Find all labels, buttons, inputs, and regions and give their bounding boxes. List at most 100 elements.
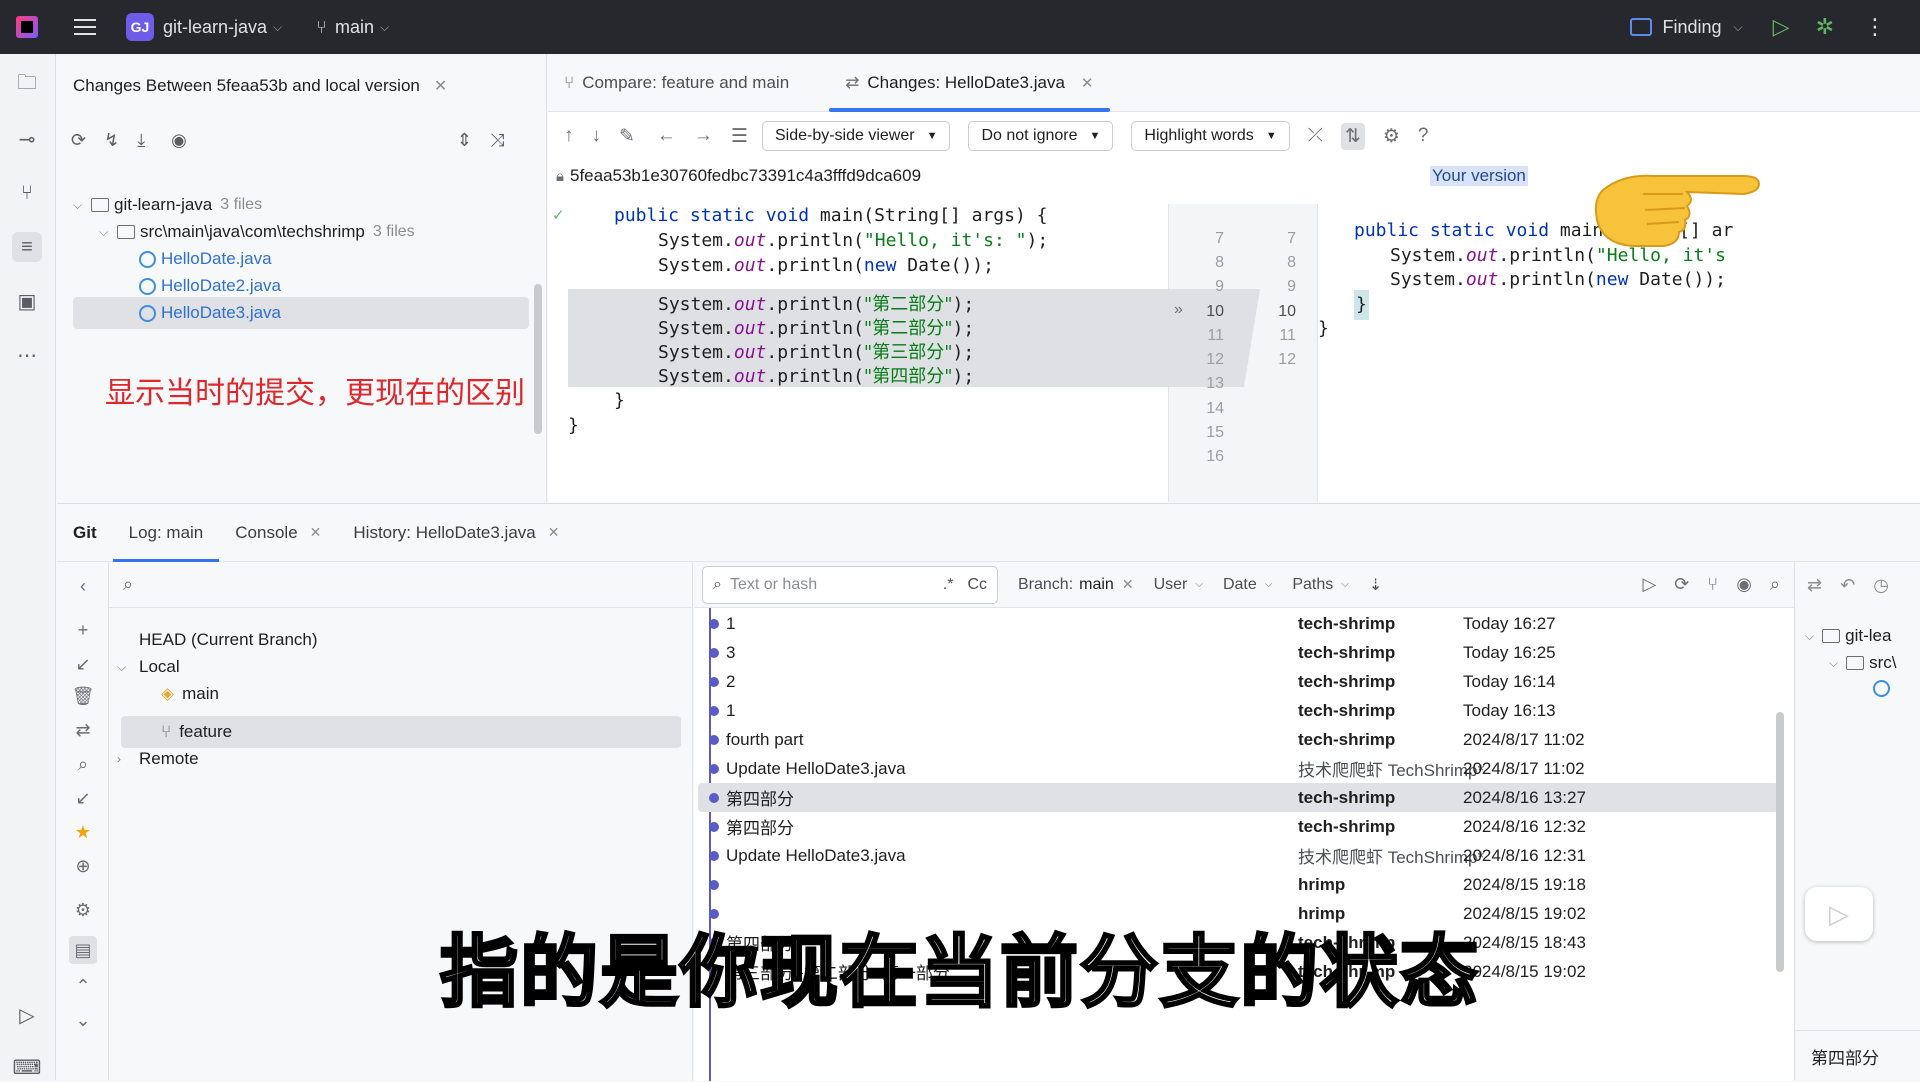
close-icon[interactable]: ✕: [434, 76, 447, 96]
tab-compare[interactable]: ⑂ Compare: feature and main: [548, 54, 805, 112]
eye-icon[interactable]: ◉: [1736, 574, 1752, 595]
tab-log-main[interactable]: Log: main: [112, 504, 220, 562]
scrollbar[interactable]: [534, 284, 542, 434]
more-actions-icon[interactable]: ⋮: [1864, 14, 1886, 40]
tree-file[interactable]: HelloDate.java: [139, 244, 272, 274]
chevron-right-icon[interactable]: ›: [117, 752, 139, 766]
download-icon[interactable]: ⤓: [137, 130, 145, 151]
details-folder[interactable]: ⌵ src\: [1829, 653, 1897, 673]
branch-group-remote[interactable]: › Remote: [117, 744, 199, 774]
back-icon[interactable]: ←: [657, 125, 676, 147]
graph-options-icon[interactable]: ⑂: [1707, 574, 1718, 595]
update-icon[interactable]: ↙: [69, 650, 97, 678]
cherry-pick-icon[interactable]: ▷: [1642, 574, 1656, 595]
user-filter[interactable]: User ⌵: [1154, 576, 1203, 594]
project-folder-icon[interactable]: 🗀: [12, 70, 42, 100]
log-search-input[interactable]: ⌕ Text or hash .* Cc: [702, 565, 998, 604]
close-icon[interactable]: ✕: [1081, 74, 1094, 92]
search-icon[interactable]: ⌕: [69, 750, 97, 778]
expand-all-icon[interactable]: ⇕: [457, 130, 472, 151]
sort-icon[interactable]: ⇣: [1369, 575, 1382, 595]
chevron-down-icon[interactable]: ⌵: [1734, 20, 1743, 35]
compare-icon[interactable]: ⇄: [1807, 575, 1822, 596]
pull-requests-icon[interactable]: ⑂: [12, 178, 42, 208]
refresh-icon[interactable]: ⟳: [71, 130, 86, 151]
commit-row[interactable]: 第四部分 tech-shrimp 2024/8/16 12:32: [698, 812, 1778, 841]
clock-icon[interactable]: ◷: [1873, 575, 1889, 596]
tree-file-selected[interactable]: HelloDate3.java: [139, 298, 281, 328]
refresh-icon[interactable]: ⟳: [1674, 574, 1689, 595]
chevron-down-icon[interactable]: ⌵: [273, 20, 282, 35]
rollback-icon[interactable]: ↯: [104, 130, 119, 151]
commit-row[interactable]: Update HelloDate3.java 技术爬爬虾 TechShrimp* 2…: [698, 841, 1778, 870]
run-config-selector[interactable]: Finding: [1662, 17, 1721, 38]
project-badge[interactable]: GJ: [126, 13, 154, 41]
whitespace-dropdown[interactable]: Do not ignore ▼: [968, 121, 1114, 151]
undo-icon[interactable]: ↶: [1840, 575, 1855, 596]
project-name[interactable]: git-learn-java: [163, 17, 267, 38]
more-tools-icon[interactable]: ⋯: [12, 340, 42, 370]
edit-source-icon[interactable]: ✎: [619, 125, 635, 148]
close-icon[interactable]: ✕: [310, 524, 322, 541]
run-config-icon[interactable]: [1630, 18, 1653, 36]
branch-main[interactable]: ◈ main: [161, 679, 219, 709]
commit-row[interactable]: 1 tech-shrimp Today 16:13: [698, 696, 1778, 725]
code-line-changed[interactable]: System.out.println("第四部分");: [658, 362, 974, 392]
commit-row[interactable]: 2 tech-shrimp Today 16:14: [698, 667, 1778, 696]
match-case-toggle[interactable]: Cc: [967, 576, 987, 594]
commit-icon[interactable]: ⊸: [12, 124, 42, 154]
commit-row[interactable]: 1 tech-shrimp Today 16:27: [698, 609, 1778, 638]
date-filter[interactable]: Date ⌵: [1223, 576, 1272, 594]
branch-group-local[interactable]: ⌵ Local: [117, 652, 180, 682]
fetch-icon[interactable]: ↙: [69, 784, 97, 812]
commit-row[interactable]: 第四部分 tech-shrimp 2024/8/16 13:27: [698, 783, 1778, 812]
paths-filter[interactable]: Paths ⌵: [1292, 576, 1349, 594]
commit-row[interactable]: hrimp 2024/8/15 19:18: [698, 870, 1778, 899]
settings-gear-icon[interactable]: ⚙: [1383, 125, 1400, 148]
details-root[interactable]: ⌵ git-lea: [1805, 626, 1891, 646]
apply-change-icon[interactable]: »: [1174, 301, 1183, 319]
chevron-down-icon[interactable]: ⌵: [1829, 656, 1838, 671]
chevron-left-icon[interactable]: ‹: [69, 572, 97, 600]
help-icon[interactable]: ?: [1418, 125, 1429, 147]
code-line[interactable]: }: [1354, 290, 1369, 320]
debug-icon[interactable]: ✲: [1816, 14, 1834, 40]
collapse-all-icon[interactable]: ⤨: [490, 130, 504, 151]
forward-icon[interactable]: →: [694, 125, 713, 147]
changes-icon[interactable]: ≡: [12, 232, 42, 262]
close-icon[interactable]: ✕: [548, 524, 560, 541]
navigate-icon[interactable]: ⊕: [69, 852, 97, 880]
run-icon[interactable]: ▷: [1773, 14, 1790, 40]
prev-diff-icon[interactable]: ↑: [564, 125, 574, 147]
tab-console[interactable]: Console ✕: [219, 504, 337, 562]
viewer-mode-dropdown[interactable]: Side-by-side viewer ▼: [761, 121, 951, 151]
new-branch-icon[interactable]: +: [69, 616, 97, 644]
preview-icon[interactable]: ◉: [171, 130, 187, 151]
commit-row[interactable]: fourth part tech-shrimp 2024/8/17 11:02: [698, 725, 1778, 754]
sync-scroll-icon[interactable]: ⇅: [1340, 122, 1365, 150]
branch-feature[interactable]: ⑂ feature: [161, 717, 232, 747]
search-icon[interactable]: ⌕: [1770, 574, 1780, 595]
branch-icon[interactable]: ⑂: [316, 17, 327, 38]
branch-head[interactable]: HEAD (Current Branch): [139, 625, 318, 655]
tree-folder[interactable]: ⌵ src\main\java\com\techshrimp 3 files: [99, 217, 415, 247]
chevron-down-icon[interactable]: ⌵: [117, 660, 139, 675]
branch-filter[interactable]: Branch: main ✕: [1018, 576, 1134, 594]
chevron-down-icon[interactable]: ⌵: [99, 225, 117, 240]
code-line[interactable]: }: [614, 386, 625, 416]
chevron-down-icon[interactable]: ⌵: [73, 198, 91, 213]
code-line[interactable]: }: [568, 411, 579, 441]
star-icon[interactable]: ★: [69, 818, 97, 846]
search-icon[interactable]: ⌕: [123, 574, 133, 595]
file-list-icon[interactable]: ☰: [731, 125, 748, 148]
commit-row[interactable]: Update HelloDate3.java 技术爬爬虾 TechShrimp* 2…: [698, 754, 1778, 783]
collapse-unchanged-icon[interactable]: ⤫: [1308, 125, 1323, 147]
code-line[interactable]: System.out.println(new Date());: [1390, 265, 1726, 295]
chevron-down-icon[interactable]: ⌵: [1805, 629, 1814, 644]
structure-icon[interactable]: ▣: [12, 286, 42, 316]
tree-file[interactable]: HelloDate2.java: [139, 271, 281, 301]
terminal-icon[interactable]: ⌨: [12, 1052, 42, 1082]
commit-row[interactable]: 3 tech-shrimp Today 16:25: [698, 638, 1778, 667]
regex-toggle[interactable]: .*: [943, 576, 954, 594]
delete-icon[interactable]: 🗑︎: [69, 682, 97, 710]
